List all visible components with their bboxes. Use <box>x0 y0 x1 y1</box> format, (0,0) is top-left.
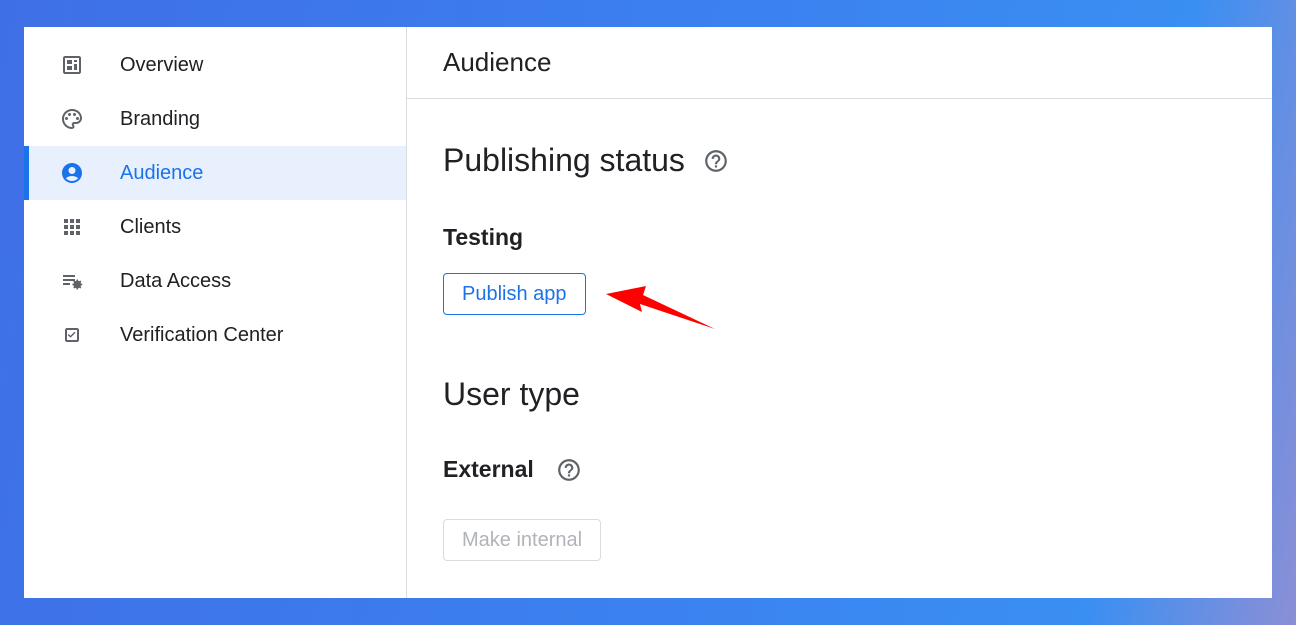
checkbox-icon <box>60 323 84 347</box>
list-settings-icon <box>60 269 84 293</box>
palette-icon <box>60 107 84 131</box>
page-title: Audience <box>443 47 552 77</box>
user-type-heading: User type <box>443 376 580 413</box>
page-header: Audience <box>407 27 1272 99</box>
help-icon[interactable] <box>556 457 582 483</box>
user-type-value: External <box>443 456 534 482</box>
publishing-status-heading: Publishing status <box>443 142 729 179</box>
sidebar-item-audience[interactable]: Audience <box>24 146 406 200</box>
sidebar-item-data-access[interactable]: Data Access <box>24 254 406 308</box>
main-content: Audience Publishing status Testing Publi… <box>407 27 1272 598</box>
sidebar-item-branding[interactable]: Branding <box>24 92 406 146</box>
apps-grid-icon <box>60 215 84 239</box>
account-circle-icon <box>60 161 84 185</box>
publishing-status-value: Testing <box>443 224 524 250</box>
sidebar: Overview Branding Audience Clients Data … <box>24 27 407 598</box>
user-type-value-row: External <box>443 456 582 483</box>
sidebar-item-label: Overview <box>120 53 204 76</box>
sidebar-item-overview[interactable]: Overview <box>24 38 406 92</box>
make-internal-button[interactable]: Make internal <box>443 519 602 561</box>
sidebar-item-label: Audience <box>120 161 204 184</box>
sidebar-item-label: Data Access <box>120 269 232 292</box>
sidebar-item-label: Branding <box>120 107 201 130</box>
publishing-status-title: Publishing status <box>443 142 685 178</box>
dashboard-icon <box>60 53 84 77</box>
sidebar-item-verification-center[interactable]: Verification Center <box>24 308 406 362</box>
sidebar-item-label: Clients <box>120 215 182 238</box>
red-arrow-annotation <box>606 286 715 329</box>
publish-app-button[interactable]: Publish app <box>443 273 586 315</box>
help-icon[interactable] <box>703 148 729 174</box>
sidebar-item-label: Verification Center <box>120 323 284 346</box>
sidebar-item-clients[interactable]: Clients <box>24 200 406 254</box>
user-type-title: User type <box>443 376 580 412</box>
